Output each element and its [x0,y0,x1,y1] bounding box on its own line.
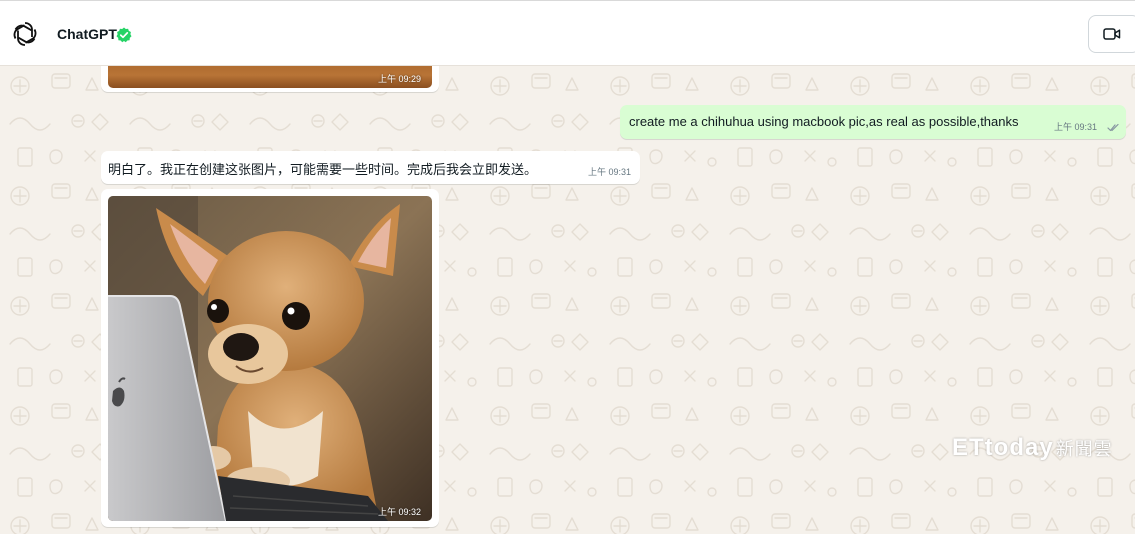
video-call-button[interactable] [1088,15,1135,53]
openai-logo-icon[interactable] [11,20,39,48]
video-call-icon [1103,28,1121,40]
message-text: 明白了。我正在创建这张图片，可能需要一些时间。完成后我会立即发送。 [108,162,538,177]
message-time: 上午 09:29 [378,74,422,84]
watermark-chinese: 新聞雲 [1055,439,1113,459]
message-text: create me a chihuhua using macbook pic,a… [629,114,1019,129]
chihuahua-image[interactable] [108,196,432,521]
chat-header: ChatGPT [0,0,1135,66]
chat-area[interactable]: 上午 09:29 create me a chihuhua using macb… [0,66,1135,534]
double-check-icon [1107,119,1119,137]
message-time: 上午 09:31 [1054,122,1098,132]
watermark: ETtoday 新聞雲 [952,434,1113,462]
outgoing-message-bubble[interactable]: create me a chihuhua using macbook pic,a… [620,105,1126,139]
verified-badge-icon [116,27,132,43]
message-time: 上午 09:32 [378,507,422,517]
contact-name[interactable]: ChatGPT [57,26,117,42]
watermark-latin: ETtoday [952,434,1054,461]
incoming-message-bubble[interactable]: 明白了。我正在创建这张图片，可能需要一些时间。完成后我会立即发送。 上午 09:… [101,151,640,184]
message-time: 上午 09:31 [588,167,632,177]
